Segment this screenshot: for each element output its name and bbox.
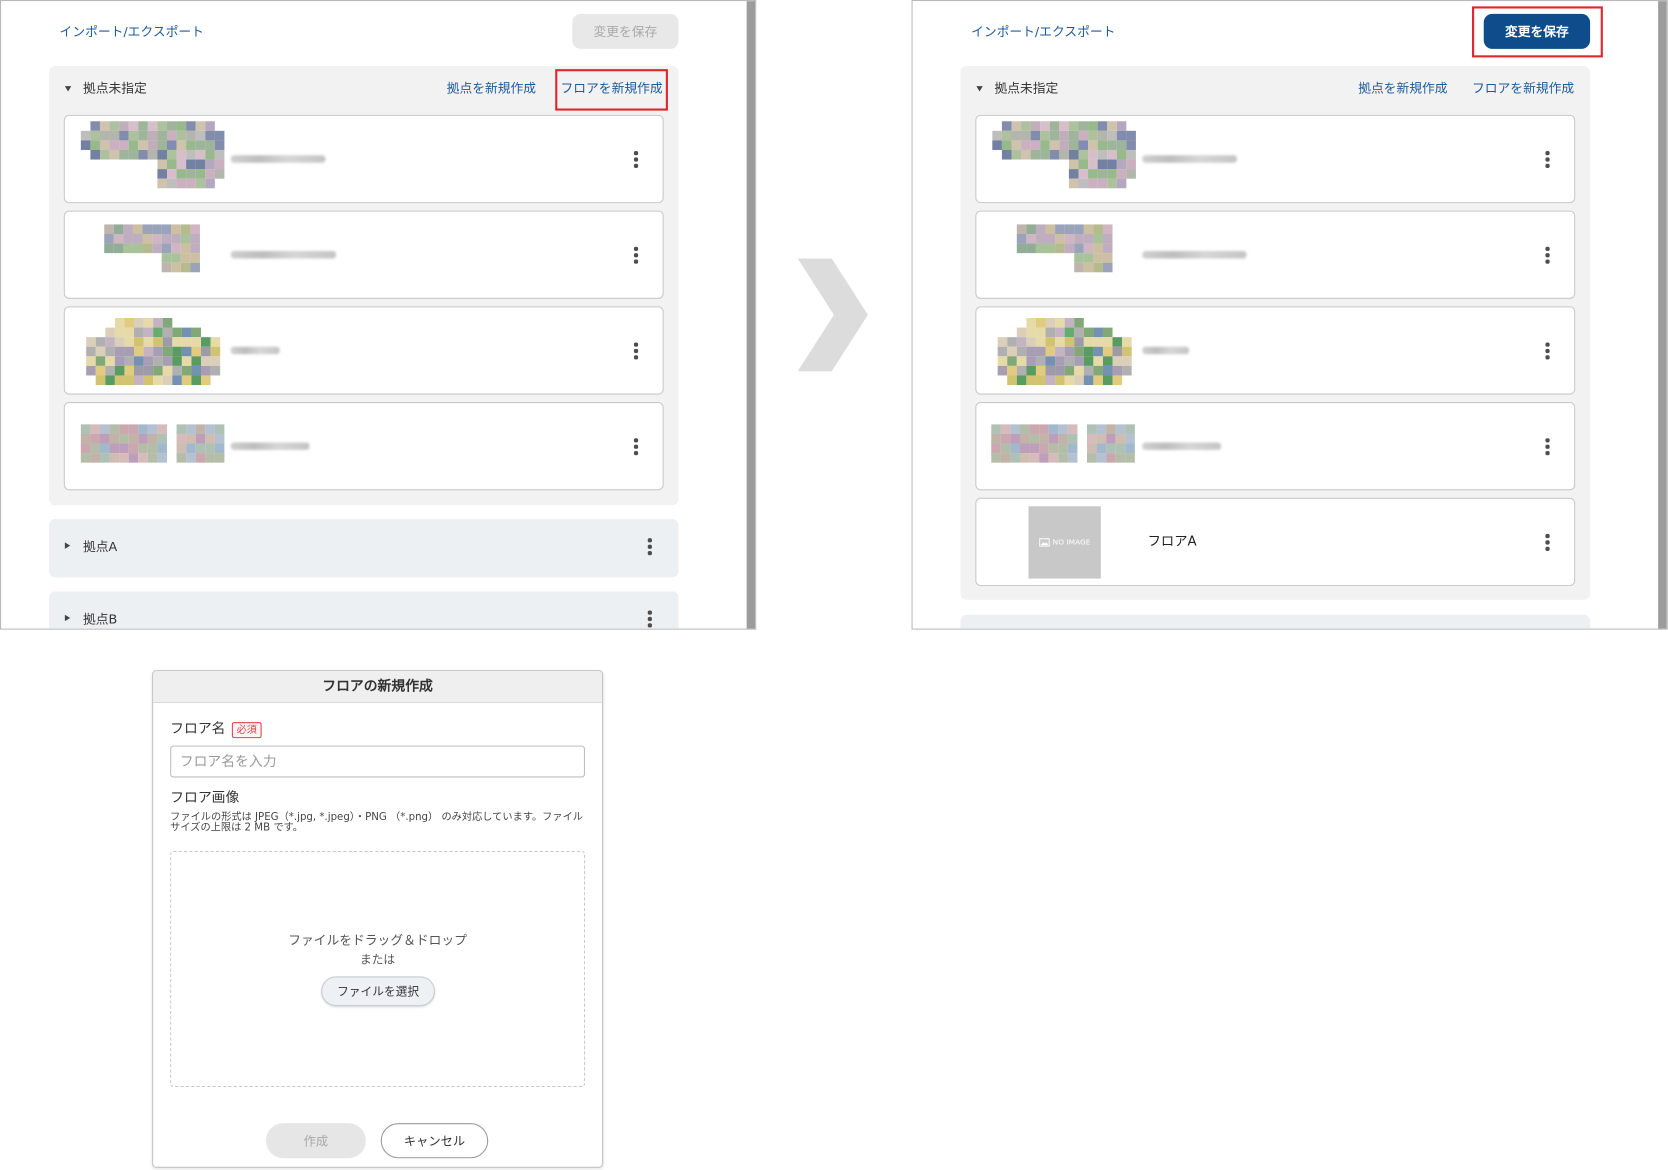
floor-card[interactable]: [975, 402, 1576, 491]
floor-name-obscured: [1142, 442, 1222, 450]
floor-manager-after: インポート/エクスポート 変更を保存 拠点未指定 拠点を新規作成 フロアを新規作…: [911, 0, 1668, 630]
floor-card-new[interactable]: NO IMAGE フロアA: [975, 497, 1576, 587]
group-unassigned: 拠点未指定 拠点を新規作成 フロアを新規作成: [960, 65, 1591, 600]
floor-name: フロアA: [1147, 532, 1197, 549]
create-button[interactable]: 作成: [265, 1123, 366, 1159]
new-site-link[interactable]: 拠点を新規作成: [447, 81, 536, 96]
floor-name-obscured: [1142, 346, 1190, 355]
dialog-title: フロアの新規作成: [153, 671, 602, 704]
no-image-text: NO IMAGE: [1052, 538, 1091, 547]
more-vert-icon[interactable]: [1542, 436, 1553, 457]
dropzone-text: ファイルをドラッグ＆ドロップ: [288, 932, 467, 948]
floor-name-obscured: [1142, 251, 1247, 259]
floor-card[interactable]: [63, 210, 664, 299]
import-export-link[interactable]: インポート/エクスポート: [971, 24, 1115, 39]
chevron-right-icon: [797, 258, 868, 372]
floor-thumbnail: [104, 224, 200, 273]
floor-card[interactable]: [63, 306, 664, 395]
caret-right-icon[interactable]: [64, 542, 71, 549]
group-unassigned: 拠点未指定 拠点を新規作成 フロアを新規作成: [48, 65, 679, 506]
floor-thumbnail: [991, 424, 1135, 463]
new-floor-link[interactable]: フロアを新規作成: [1472, 81, 1574, 96]
stage: インポート/エクスポート 変更を保存 拠点未指定 拠点を新規作成 フロアを新規作…: [0, 0, 1668, 1170]
more-vert-icon[interactable]: [631, 149, 642, 170]
floor-thumbnail: [992, 121, 1136, 189]
group-next-partial[interactable]: [960, 614, 1591, 629]
floor-card[interactable]: [975, 210, 1576, 299]
save-changes-button[interactable]: 変更を保存: [572, 13, 679, 49]
floor-name-obscured: [230, 155, 326, 163]
floor-thumbnail: [86, 318, 221, 386]
or-text: または: [360, 952, 396, 967]
scrollbar[interactable]: [746, 1, 756, 629]
floor-image-label: フロア画像: [170, 790, 240, 807]
select-file-button[interactable]: ファイルを選択: [321, 976, 436, 1007]
cancel-button[interactable]: キャンセル: [380, 1123, 489, 1159]
floor-name-obscured: [230, 346, 280, 355]
more-vert-icon[interactable]: [645, 608, 656, 628]
file-dropzone[interactable]: ファイルをドラッグ＆ドロップ または ファイルを選択: [170, 850, 585, 1087]
new-site-link[interactable]: 拠点を新規作成: [1358, 81, 1447, 96]
group-title: 拠点A: [82, 539, 118, 555]
no-image-placeholder: NO IMAGE: [1028, 506, 1101, 579]
more-vert-icon[interactable]: [1542, 149, 1553, 170]
floor-name-input[interactable]: [170, 745, 585, 778]
file-format-help: ファイルの形式は JPEG（*.jpg, *.jpeg）・PNG （*.png）…: [170, 811, 584, 834]
new-floor-dialog: フロアの新規作成 フロア名 必須 フロア画像 ファイルの形式は JPEG（*.j…: [152, 670, 604, 1168]
floor-thumbnail: [1016, 224, 1113, 273]
floor-manager-before: インポート/エクスポート 変更を保存 拠点未指定 拠点を新規作成 フロアを新規作…: [0, 0, 757, 630]
more-vert-icon[interactable]: [1542, 340, 1553, 361]
new-floor-link[interactable]: フロアを新規作成: [561, 81, 663, 96]
group-site-b[interactable]: 拠点B: [48, 591, 679, 629]
required-badge: 必須: [231, 722, 262, 739]
more-vert-icon[interactable]: [1542, 245, 1553, 266]
import-export-link[interactable]: インポート/エクスポート: [60, 24, 204, 39]
more-vert-icon[interactable]: [631, 436, 642, 457]
floor-name-obscured: [1142, 155, 1237, 163]
scrollbar[interactable]: [1658, 1, 1667, 629]
group-title[interactable]: 拠点未指定: [994, 81, 1058, 96]
group-title[interactable]: 拠点未指定: [83, 81, 147, 96]
caret-down-icon[interactable]: [64, 86, 72, 92]
caret-right-icon[interactable]: [64, 614, 71, 622]
floor-thumbnail: [80, 424, 225, 463]
floor-name-label: フロア名: [170, 721, 226, 738]
save-changes-button[interactable]: 変更を保存: [1483, 13, 1591, 49]
more-vert-icon[interactable]: [645, 536, 656, 557]
floor-name-obscured: [230, 442, 310, 450]
more-vert-icon[interactable]: [1542, 532, 1553, 553]
more-vert-icon[interactable]: [631, 340, 642, 361]
floor-thumbnail: [997, 318, 1132, 386]
more-vert-icon[interactable]: [631, 245, 642, 266]
floor-name-obscured: [230, 251, 337, 259]
floor-card[interactable]: [63, 402, 664, 491]
caret-down-icon[interactable]: [976, 86, 983, 92]
floor-thumbnail: [80, 121, 225, 189]
group-site-a[interactable]: 拠点A: [48, 519, 679, 578]
floor-card[interactable]: [63, 114, 664, 204]
image-icon: [1038, 538, 1050, 547]
group-title: 拠点B: [82, 611, 118, 627]
floor-card[interactable]: [975, 306, 1576, 395]
floor-card[interactable]: [975, 114, 1576, 204]
